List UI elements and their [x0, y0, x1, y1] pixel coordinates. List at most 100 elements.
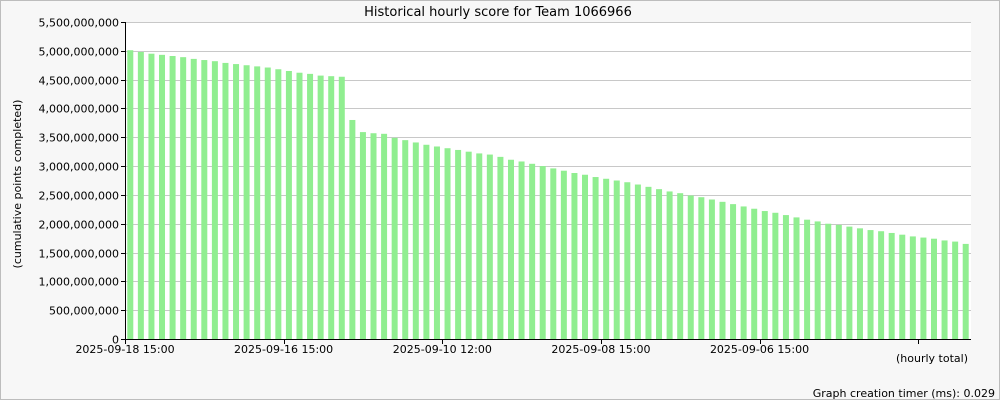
bar	[603, 178, 610, 339]
bar	[169, 56, 176, 339]
timer-text: Graph creation timer (ms): 0.029	[813, 387, 995, 400]
chart-title: Historical hourly score for Team 1066966	[364, 5, 632, 20]
bar	[814, 221, 821, 339]
bar	[222, 62, 229, 340]
bar	[634, 184, 641, 339]
bar	[656, 189, 663, 339]
bar	[645, 186, 652, 339]
bar	[698, 197, 705, 339]
bar	[243, 65, 250, 339]
bar	[878, 231, 885, 339]
bar	[592, 177, 599, 339]
x-tick-label: 2025-09-06 15:00	[710, 343, 809, 356]
bar	[159, 54, 166, 339]
y-tick-labels: 0500,000,0001,000,000,0001,500,000,0002,…	[39, 17, 119, 347]
bar	[560, 170, 567, 339]
bar	[550, 168, 557, 339]
bar	[465, 151, 472, 339]
bar	[962, 243, 969, 339]
y-tick-label: 1,500,000,000	[39, 248, 119, 261]
y-tick-label: 4,500,000,000	[39, 75, 119, 88]
bar	[137, 51, 144, 339]
bar	[761, 211, 768, 339]
bar	[952, 241, 959, 339]
bar	[539, 166, 546, 339]
bar	[381, 133, 388, 339]
bar	[233, 64, 240, 339]
y-tick-label: 4,000,000,000	[39, 103, 119, 116]
bar	[666, 191, 673, 339]
bar	[730, 204, 737, 339]
bar	[444, 148, 451, 339]
bar	[402, 140, 409, 339]
bar	[349, 119, 356, 339]
bar	[317, 75, 324, 339]
bar	[180, 57, 187, 339]
y-tick-label: 2,000,000,000	[39, 219, 119, 232]
score-bar-chart: 0500,000,0001,000,000,0001,500,000,0002,…	[11, 5, 995, 400]
bar	[497, 156, 504, 339]
bar	[825, 223, 832, 339]
bar	[804, 219, 811, 339]
bar	[624, 182, 631, 339]
y-tick-label: 3,000,000,000	[39, 161, 119, 174]
bar	[275, 69, 282, 339]
bar	[148, 53, 155, 339]
bar	[835, 224, 842, 339]
bar	[190, 58, 197, 339]
bar	[476, 153, 483, 339]
bar	[920, 237, 927, 339]
y-tick-label: 1,000,000,000	[39, 276, 119, 289]
bar	[772, 212, 779, 339]
bar	[719, 201, 726, 339]
bar	[571, 173, 578, 339]
bar	[338, 76, 345, 339]
bar	[782, 215, 789, 339]
bar	[296, 72, 303, 339]
bar	[507, 159, 514, 339]
x-tick-label: 2025-09-18 15:00	[75, 343, 174, 356]
bar	[930, 238, 937, 339]
bar	[613, 180, 620, 339]
x-axis-label: (hourly total)	[896, 352, 968, 365]
bar	[941, 240, 948, 339]
y-tick-label: 2,500,000,000	[39, 190, 119, 203]
x-tick-label: 2025-09-16 15:00	[234, 343, 333, 356]
bar	[529, 163, 536, 339]
bar	[127, 50, 134, 340]
bar	[455, 149, 462, 339]
plot-area	[125, 22, 971, 339]
y-tick-label: 5,500,000,000	[39, 17, 119, 30]
bar	[687, 195, 694, 339]
bar	[254, 66, 261, 339]
bar	[264, 67, 271, 339]
bar	[285, 70, 292, 340]
x-tick-label: 2025-09-08 15:00	[551, 343, 650, 356]
x-tick-label: 2025-09-10 12:00	[393, 343, 492, 356]
bar	[307, 73, 314, 340]
bar	[677, 193, 684, 339]
bar	[359, 132, 366, 339]
bar	[328, 76, 335, 340]
bar	[518, 161, 525, 339]
bar	[909, 236, 916, 339]
bar	[899, 234, 906, 339]
bar	[412, 142, 419, 339]
bar	[201, 60, 208, 339]
bar	[846, 226, 853, 339]
bar	[867, 230, 874, 339]
bar	[793, 217, 800, 339]
bar	[751, 208, 758, 339]
bar	[856, 228, 863, 339]
y-tick-label: 3,500,000,000	[39, 132, 119, 145]
bar	[211, 61, 218, 339]
bar	[433, 146, 440, 339]
bar	[423, 144, 430, 339]
bar	[888, 232, 895, 339]
y-axis-label: (cumulative points completed)	[11, 100, 24, 269]
y-tick-label: 5,000,000,000	[39, 46, 119, 59]
bar	[486, 154, 493, 339]
bar	[582, 174, 589, 339]
y-tick-label: 500,000,000	[49, 305, 119, 318]
x-tick-labels: 2025-09-18 15:00 2025-09-16 15:00 2025-09-…	[75, 343, 809, 356]
